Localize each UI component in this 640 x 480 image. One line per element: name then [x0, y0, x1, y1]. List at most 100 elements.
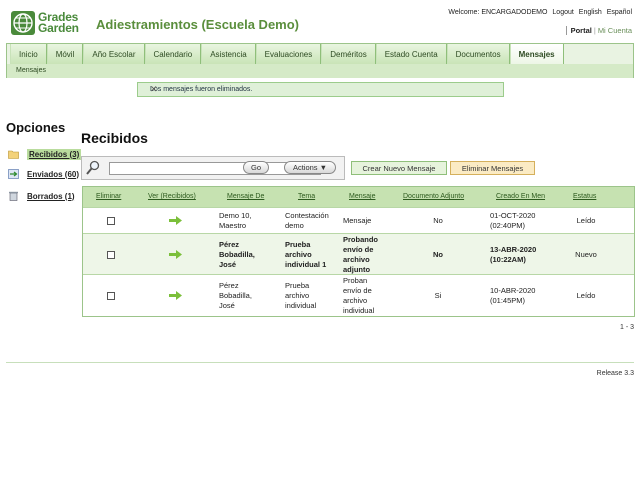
search-icon [86, 160, 100, 175]
cell-de: Pérez Bobadilla, José [219, 240, 277, 270]
cell-line: Prueba [285, 281, 310, 290]
actions-button[interactable]: Actions ▼ [284, 161, 336, 174]
sidebar-item-recibidos[interactable]: Recibidos (3) [8, 148, 82, 160]
cell-creado: 01-OCT-2020 (02:40PM) [490, 211, 550, 231]
tab-inicio[interactable]: Inicio [10, 44, 47, 64]
mi-cuenta-link[interactable]: Mi Cuenta [598, 26, 632, 35]
delete-checkbox[interactable] [107, 250, 115, 259]
table-row[interactable]: Pérez Bobadilla, José Prueba archivo individu… [83, 233, 634, 274]
col-header-estatus[interactable]: Estatus [573, 193, 596, 200]
cell-line: José [219, 259, 237, 269]
cell-estatus: Leído [576, 216, 596, 225]
tab-evaluaciones[interactable]: Evaluaciones [255, 44, 322, 64]
cell-line: 10-ABR-2020 [490, 286, 536, 295]
sidebar-item-borrados[interactable]: Borrados (1) [8, 190, 75, 202]
portal-link[interactable]: Portal [571, 26, 592, 35]
cell-line: Bobadilla, [219, 291, 252, 300]
footer-divider [6, 362, 634, 363]
logo-text-line2: Garden [38, 21, 79, 35]
table-header: Eliminar Ver (Recibidos) Mensaje De Tema… [83, 187, 634, 207]
col-header-creado-en[interactable]: Creado En Men [496, 193, 545, 200]
cell-line: José [219, 301, 235, 310]
col-header-tema[interactable]: Tema [298, 193, 315, 200]
cell-line: Probando [343, 234, 378, 244]
cell-line: archivo [343, 254, 370, 264]
cell-line: Bobadilla, [219, 249, 255, 259]
success-notice: Los mensajes fueron eliminados. ✕ [137, 82, 504, 97]
view-arrow-icon[interactable] [169, 216, 182, 225]
tab-asistencia[interactable]: Asistencia [201, 44, 256, 64]
tab-m-vil[interactable]: Móvil [46, 44, 84, 64]
folder-icon [8, 150, 19, 159]
cell-de: Pérez Bobadilla, José [219, 281, 277, 311]
cell-line: individual [285, 301, 317, 310]
cell-line: (02:40PM) [490, 221, 526, 230]
cell-line: Pérez [219, 281, 239, 290]
cell-line: Contestación [285, 211, 329, 220]
col-header-mensaje[interactable]: Mensaje [349, 193, 375, 200]
sub-nav: Mensajes [7, 64, 633, 78]
cell-mensaje: Probando envío de archivo adjunto [343, 235, 395, 275]
tab-documentos[interactable]: Documentos [446, 44, 510, 64]
col-header-mensaje-de[interactable]: Mensaje De [227, 193, 264, 200]
cell-adjunto: No [433, 249, 443, 259]
release-label: Release 3.3 [596, 370, 634, 377]
pager: 1 - 3 [619, 324, 634, 331]
sidebar-title: Opciones [6, 120, 66, 135]
table-row[interactable]: Demo 10, Maestro Contestación demo Mensaje 01… [83, 207, 634, 233]
cell-line: archivo [343, 296, 368, 305]
col-header-eliminar[interactable]: Eliminar [96, 193, 121, 200]
cell-tema: Prueba archivo individual 1 [285, 240, 337, 270]
cell-de: Demo 10, Maestro [219, 211, 277, 231]
go-button[interactable]: Go [243, 161, 269, 174]
cell-estatus: Nuevo [575, 249, 597, 259]
sub-nav-item-mensajes[interactable]: Mensajes [16, 67, 46, 74]
cell-creado: 10-ABR-2020 (01:45PM) [490, 286, 550, 306]
espanol-link[interactable]: Español [607, 9, 632, 16]
trash-icon [9, 191, 18, 201]
welcome-text: Welcome: ENCARGADODEMO [448, 9, 548, 16]
cell-line: Mensaje [343, 216, 372, 225]
logout-link[interactable]: Logout [552, 9, 573, 16]
grades-garden-logo[interactable]: Grades Garden [11, 10, 91, 36]
cell-tema: Contestación demo [285, 211, 337, 231]
messages-table: Eliminar Ver (Recibidos) Mensaje De Tema… [82, 186, 635, 317]
cell-line: Demo 10, [219, 211, 252, 220]
cell-line: Proban [343, 276, 368, 285]
delete-checkbox[interactable] [107, 292, 115, 300]
cell-line: archivo [285, 291, 310, 300]
create-message-button[interactable]: Crear Nuevo Mensaje [351, 161, 447, 175]
cell-line: envío de [343, 286, 372, 295]
cell-line: individual [343, 306, 375, 315]
main-nav: Inicio Móvil Año Escolar Calendario Asistenc… [6, 43, 634, 78]
sidebar-item-label: Borrados (1) [27, 191, 75, 201]
delete-checkbox[interactable] [107, 217, 115, 225]
col-header-documento-adjunto[interactable]: Documento Adjunto [403, 193, 464, 200]
cell-line: archivo [285, 249, 312, 259]
globe-logo-icon [11, 11, 35, 35]
english-link[interactable]: English [579, 9, 602, 16]
cell-line: Maestro [219, 221, 247, 230]
cell-creado: 13-ABR-2020 (10:22AM) [490, 245, 550, 265]
tab-calendario[interactable]: Calendario [144, 44, 202, 64]
nav-tabs: Inicio Móvil Año Escolar Calendario Asistenc… [10, 44, 564, 64]
col-header-ver[interactable]: Ver (Recibidos) [148, 193, 196, 200]
tab-estado-cuenta[interactable]: Estado Cuenta [375, 44, 447, 64]
tab-mensajes[interactable]: Mensajes [509, 44, 564, 64]
tab-dem-ritos[interactable]: Deméritos [321, 44, 376, 64]
sidebar-item-label: Enviados (60) [27, 169, 80, 179]
cell-line: adjunto [343, 264, 371, 274]
view-arrow-icon[interactable] [169, 249, 182, 259]
cell-line: Pérez [219, 239, 240, 249]
close-icon[interactable]: ✕ [150, 84, 499, 95]
view-arrow-icon[interactable] [169, 291, 182, 300]
cell-adjunto: Si [434, 291, 442, 300]
cell-line: (10:22AM) [490, 254, 526, 264]
cell-adjunto: No [433, 216, 443, 225]
cell-line: 13-ABR-2020 [490, 244, 537, 254]
tab-a-o-escolar[interactable]: Año Escolar [83, 44, 145, 64]
app-title: Adiestramientos (Escuela Demo) [96, 17, 300, 32]
table-row[interactable]: Pérez Bobadilla, José Prueba archivo individu… [83, 274, 634, 316]
sidebar-item-enviados[interactable]: Enviados (60) [8, 168, 79, 180]
delete-messages-button[interactable]: Eliminar Mensajes [450, 161, 535, 175]
